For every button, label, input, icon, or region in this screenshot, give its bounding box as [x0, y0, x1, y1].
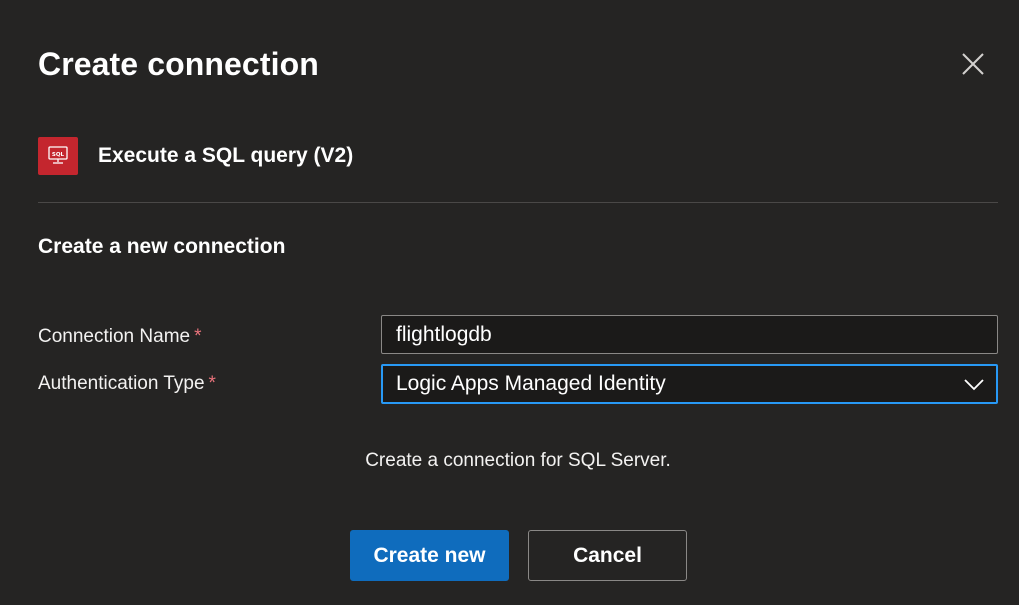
authentication-type-label-text: Authentication Type [38, 373, 205, 394]
required-marker: * [208, 373, 216, 394]
helper-text: Create a connection for SQL Server. [365, 450, 671, 471]
chevron-down-icon [964, 379, 984, 391]
cancel-button[interactable]: Cancel [528, 530, 687, 581]
create-connection-dialog: Create connection SQL Execute a SQL quer… [0, 0, 1019, 605]
sql-icon-badge: SQL [52, 152, 65, 158]
authentication-type-value: Logic Apps Managed Identity [396, 372, 666, 395]
close-button[interactable] [955, 46, 991, 82]
section-title: Create a new connection [38, 235, 286, 258]
divider [38, 202, 998, 203]
close-icon [962, 53, 984, 75]
connection-name-label: Connection Name * [38, 326, 202, 348]
required-marker: * [194, 326, 202, 347]
sql-server-icon: SQL [38, 137, 78, 175]
authentication-type-dropdown[interactable]: Logic Apps Managed Identity [381, 364, 998, 404]
action-header: SQL Execute a SQL query (V2) [38, 137, 353, 175]
connection-name-input[interactable] [381, 315, 998, 354]
connection-name-label-text: Connection Name [38, 326, 191, 347]
dialog-title: Create connection [38, 46, 319, 82]
create-new-button[interactable]: Create new [350, 530, 509, 581]
action-name: Execute a SQL query (V2) [98, 144, 354, 167]
authentication-type-label: Authentication Type * [38, 373, 216, 395]
